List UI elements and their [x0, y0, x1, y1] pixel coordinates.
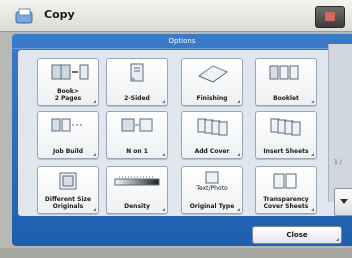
option-booklet-button[interactable]: Booklet [255, 58, 317, 106]
paper-tray-icon[interactable] [315, 6, 345, 28]
close-label: Close [286, 231, 308, 239]
density-icon [114, 176, 160, 186]
option-insert-sheets-button[interactable]: Insert Sheets [255, 111, 317, 159]
bottom-bar [0, 248, 352, 258]
corner-indicator [336, 238, 339, 241]
option-label: Insert Sheets [263, 148, 309, 155]
book-to-pages-icon [51, 64, 89, 80]
option-label: Booklet [273, 95, 299, 102]
corner-indicator [93, 100, 96, 103]
corner-indicator [162, 208, 165, 211]
page-indicator: 1 / [334, 159, 342, 166]
option-job-build-button[interactable]: Job Build [37, 111, 99, 159]
option-book-to-pages-button[interactable]: Book> 2 Pages [37, 58, 99, 106]
option-label: Finishing [196, 95, 228, 102]
corner-indicator [311, 208, 314, 211]
transparency-icon [273, 173, 297, 189]
app-title: Copy [44, 8, 75, 21]
corner-indicator [237, 208, 240, 211]
arrow-down-icon [340, 199, 348, 204]
scroll-down-button[interactable] [334, 188, 352, 216]
option-label: Original Type [189, 203, 235, 210]
title-bar: Copy [0, 0, 352, 32]
booklet-icon [269, 65, 299, 80]
option-label: Add Cover [194, 148, 230, 155]
options-title: Options [12, 34, 352, 49]
copy-icon [15, 8, 33, 24]
insert-sheets-icon [270, 118, 301, 136]
corner-indicator [93, 153, 96, 156]
option-label: Book> 2 Pages [54, 88, 82, 102]
n-on-1-icon [121, 118, 153, 132]
close-button[interactable]: Close [252, 226, 342, 244]
corner-indicator [162, 153, 165, 156]
corner-indicator [162, 100, 165, 103]
original-type-icon: Text/Photo [195, 171, 228, 192]
option-add-cover-button[interactable]: Add Cover [181, 111, 243, 159]
option-transparency-button[interactable]: Transparency Cover Sheets [255, 166, 317, 214]
original-type-icon-text: Text/Photo [195, 185, 228, 192]
option-label: Different Size Originals [44, 196, 92, 210]
option-n-on-1-button[interactable]: N on 1 [106, 111, 168, 159]
option-different-size-button[interactable]: Different Size Originals [37, 166, 99, 214]
add-cover-icon [197, 118, 228, 136]
corner-indicator [237, 153, 240, 156]
corner-indicator [93, 208, 96, 211]
different-size-icon [59, 172, 77, 190]
option-label: Density [124, 203, 150, 210]
corner-indicator [237, 100, 240, 103]
option-two-sided-button[interactable]: 2-Sided [106, 58, 168, 106]
corner-indicator [311, 100, 314, 103]
option-label: N on 1 [126, 148, 148, 155]
option-original-type-button[interactable]: Text/Photo Original Type [181, 166, 243, 214]
job-build-icon [51, 118, 82, 132]
option-finishing-button[interactable]: Finishing [181, 58, 243, 106]
corner-indicator [311, 153, 314, 156]
option-label: Job Build [53, 148, 83, 155]
option-density-button[interactable]: Density [106, 166, 168, 214]
option-label: Transparency Cover Sheets [263, 196, 309, 210]
finishing-icon [197, 65, 229, 83]
two-sided-icon [130, 63, 144, 82]
option-label: 2-Sided [124, 95, 150, 102]
side-strip: 1 / [328, 44, 352, 202]
